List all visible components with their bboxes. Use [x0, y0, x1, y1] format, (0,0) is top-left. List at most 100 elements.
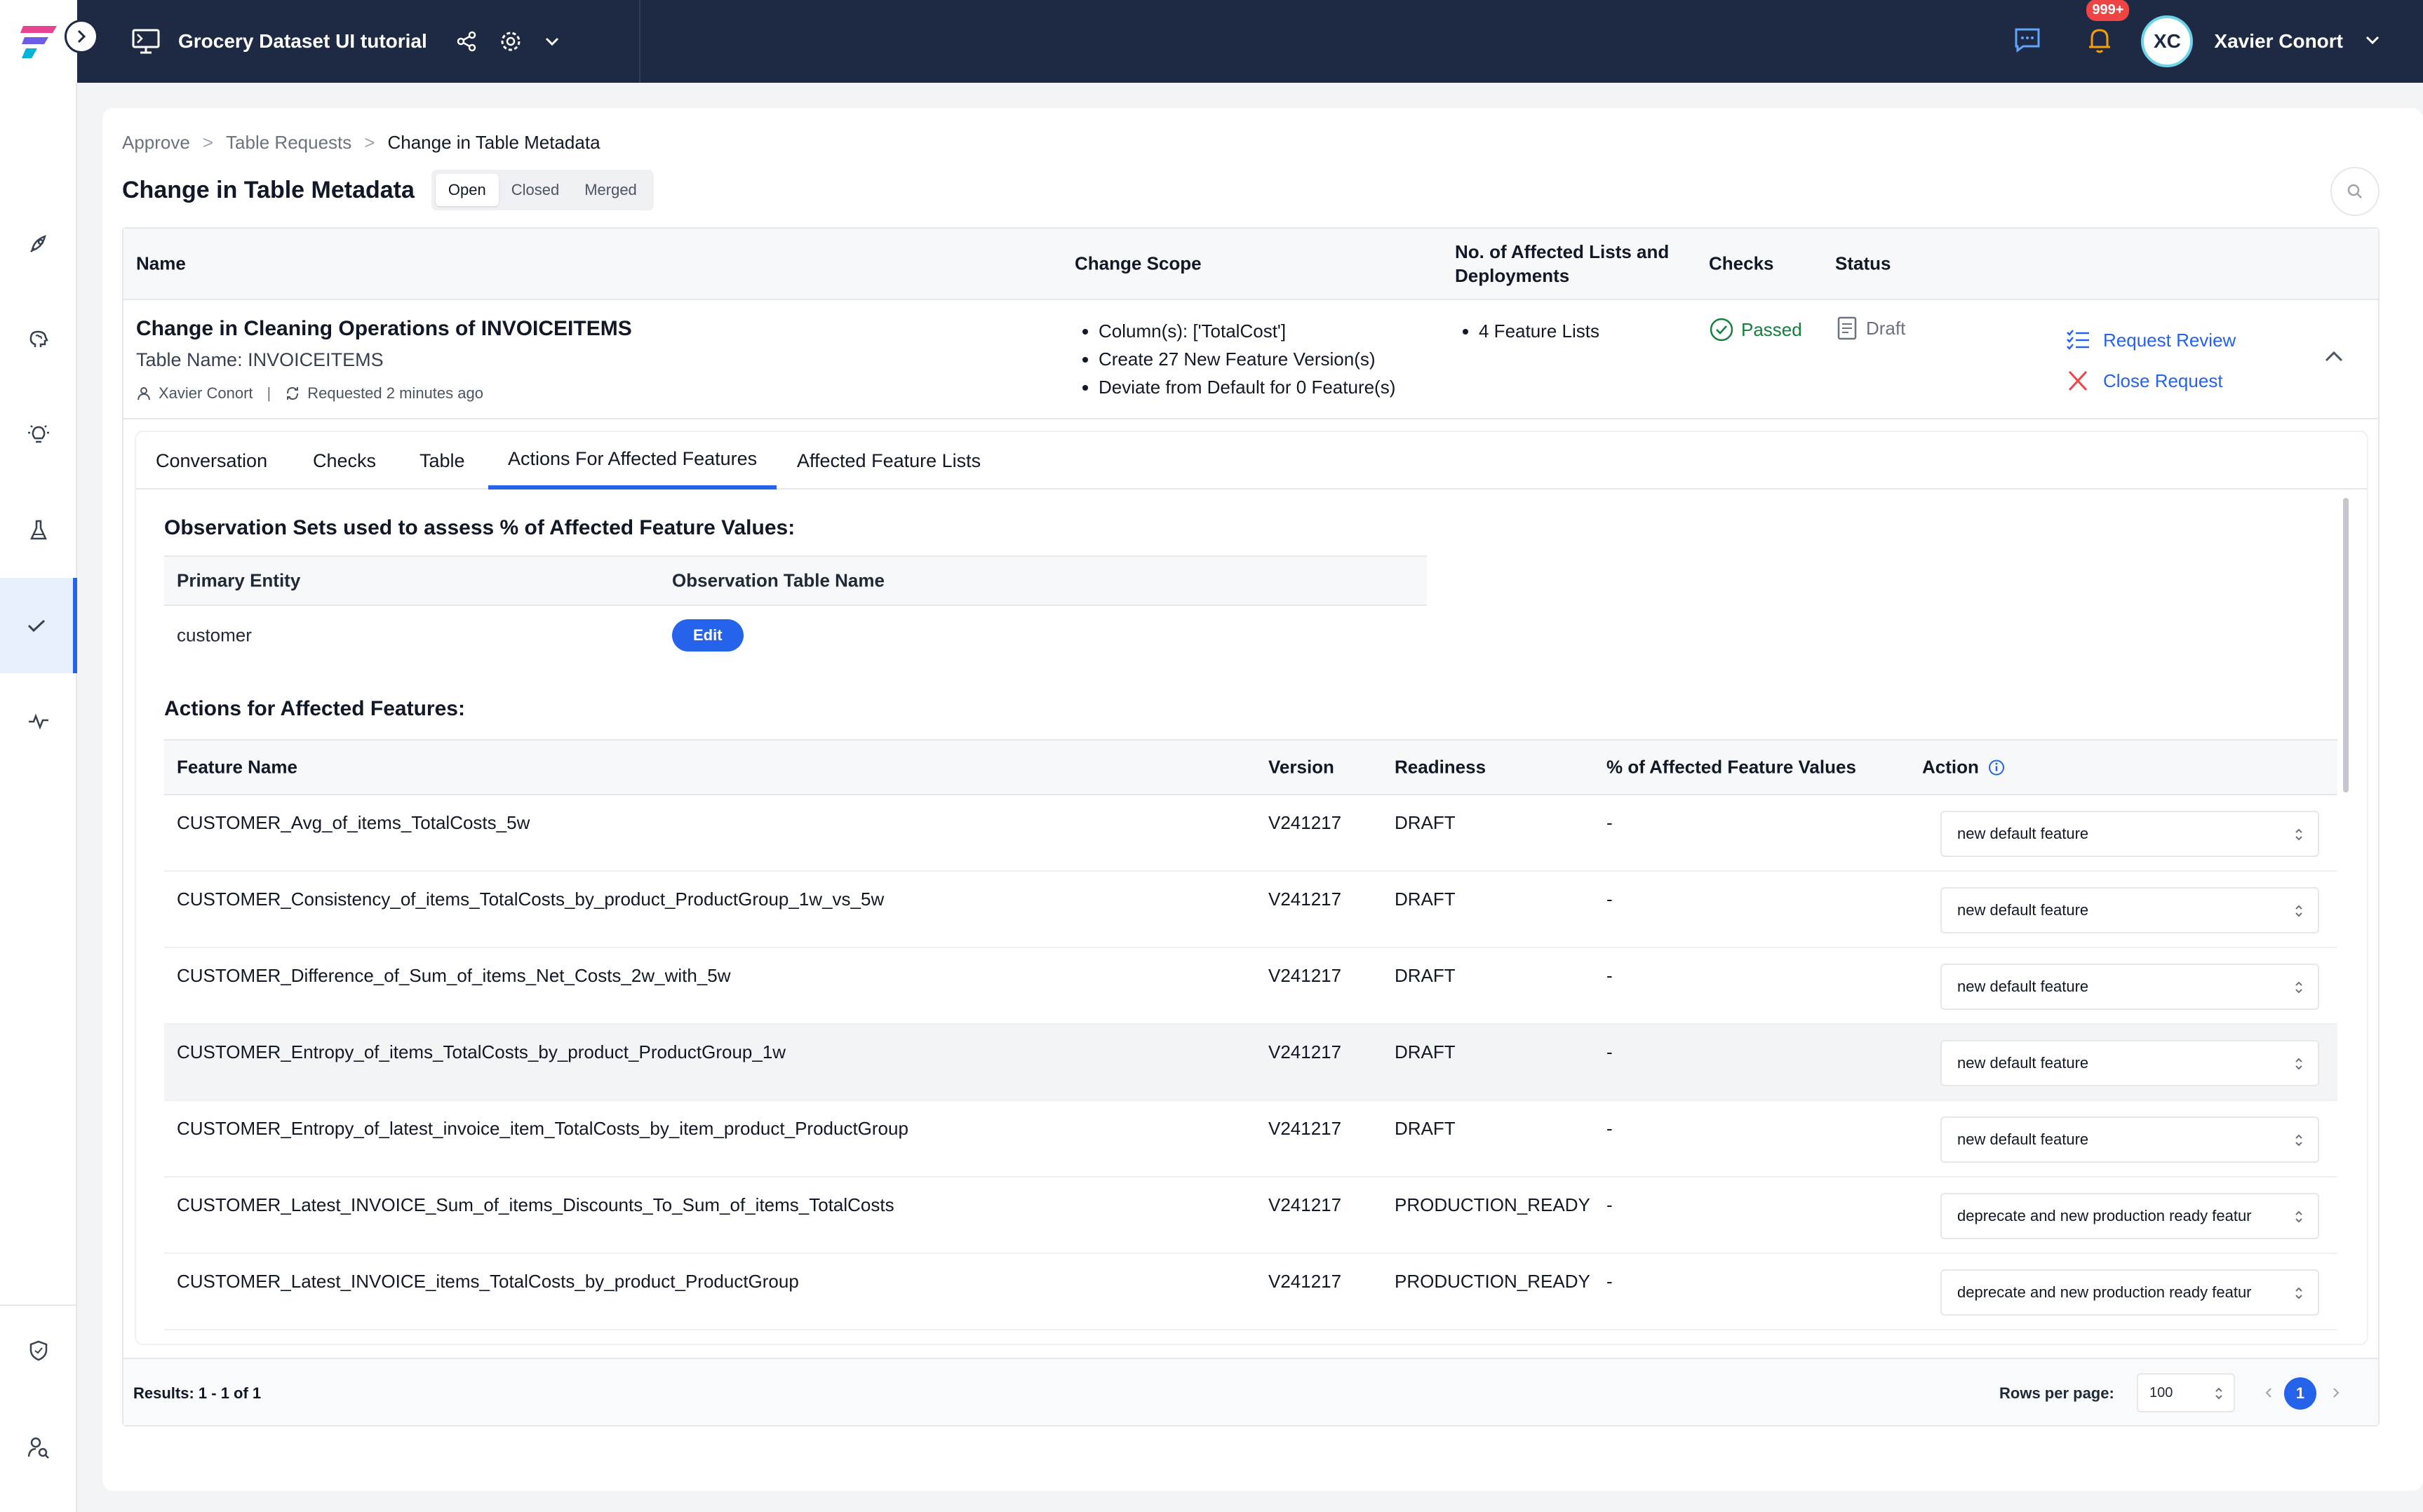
- chat-button[interactable]: [2013, 27, 2041, 57]
- scope-item: Deviate from Default for 0 Feature(s): [1099, 373, 1395, 401]
- breadcrumb-approve[interactable]: Approve: [122, 132, 190, 154]
- feature-name[interactable]: CUSTOMER_Difference_of_Sum_of_items_Net_…: [177, 965, 731, 987]
- sidebar-item-ideation[interactable]: [0, 387, 77, 482]
- search-icon: [2347, 184, 2362, 198]
- feature-affected-pct: -: [1606, 812, 1613, 833]
- sidebar-item-admin[interactable]: [0, 1303, 77, 1398]
- feature-name[interactable]: CUSTOMER_Latest_INVOICE_Sum_of_items_Dis…: [177, 1194, 894, 1216]
- filter-merged[interactable]: Merged: [572, 174, 650, 206]
- sidebar-item-knowledge[interactable]: [0, 292, 77, 387]
- chevron-right-icon: [2333, 1388, 2340, 1398]
- lightbulb-icon: [28, 425, 49, 443]
- action-select[interactable]: deprecate and new production ready featu…: [1940, 1269, 2319, 1316]
- document-icon: [1837, 316, 1857, 340]
- info-icon[interactable]: [1987, 758, 2006, 776]
- feature-name[interactable]: CUSTOMER_Latest_INVOICE_items_TotalCosts…: [177, 1271, 799, 1292]
- affected-list: 4 Feature Lists: [1455, 317, 1599, 345]
- project-menu-button[interactable]: [544, 36, 561, 47]
- filter-closed[interactable]: Closed: [499, 174, 572, 206]
- sidebar-item-deploy[interactable]: [0, 196, 77, 292]
- table-row[interactable]: CUSTOMER_Consistency_of_items_TotalCosts…: [164, 872, 2337, 948]
- notifications-button[interactable]: 999+: [2086, 0, 2130, 58]
- tab-affected-feature-lists[interactable]: Affected Feature Lists: [777, 432, 1000, 490]
- col-version: Version: [1268, 756, 1334, 778]
- sidebar-item-experiment[interactable]: [0, 482, 77, 578]
- action-select[interactable]: deprecate and new production ready featu…: [1940, 1193, 2319, 1239]
- action-select-value: new default feature: [1957, 978, 2089, 995]
- table-row[interactable]: CUSTOMER_Difference_of_Sum_of_items_Net_…: [164, 948, 2337, 1025]
- sidebar-item-monitor[interactable]: [0, 673, 77, 769]
- feature-affected-pct: -: [1606, 1271, 1613, 1292]
- col-primary-entity: Primary Entity: [177, 569, 301, 591]
- action-select[interactable]: new default feature: [1940, 1116, 2319, 1163]
- collapse-row-button[interactable]: [2323, 349, 2344, 367]
- feature-affected-pct: -: [1606, 1041, 1613, 1062]
- close-icon: [2068, 370, 2088, 391]
- tab-conversation[interactable]: Conversation: [136, 432, 287, 490]
- top-right-controls: 999+ XC Xavier Conort: [2013, 0, 2423, 83]
- request-row[interactable]: Change in Cleaning Operations of INVOICE…: [123, 300, 2378, 419]
- settings-button[interactable]: [499, 29, 523, 53]
- feature-name[interactable]: CUSTOMER_Entropy_of_items_TotalCosts_by_…: [177, 1041, 786, 1063]
- rows-per-page-label: Rows per page:: [1999, 1384, 2114, 1402]
- chevron-down-icon: [545, 37, 558, 46]
- table-row[interactable]: CUSTOMER_Latest_INVOICE_Sum_of_items_Dis…: [164, 1177, 2337, 1254]
- feature-version: V241217: [1268, 1118, 1342, 1139]
- page-number-button[interactable]: 1: [2284, 1377, 2316, 1410]
- filter-open[interactable]: Open: [435, 174, 499, 206]
- action-select[interactable]: new default feature: [1940, 887, 2319, 933]
- user-menu-button[interactable]: [2364, 34, 2381, 49]
- close-request-button[interactable]: Close Request: [2065, 360, 2236, 401]
- table-row[interactable]: CUSTOMER_Entropy_of_items_TotalCosts_by_…: [164, 1025, 2337, 1101]
- sidebar-item-user-search[interactable]: [0, 1400, 77, 1495]
- col-affected-pct: % of Affected Feature Values: [1606, 756, 1856, 778]
- table-row[interactable]: CUSTOMER_Latest_INVOICE_items_TotalCosts…: [164, 1254, 2337, 1330]
- avatar[interactable]: XC: [2141, 15, 2194, 67]
- feature-readiness: DRAFT: [1395, 889, 1456, 910]
- requester-name: Xavier Conort: [159, 384, 253, 402]
- rows-per-page-value: 100: [2149, 1384, 2173, 1400]
- breadcrumb-current: Change in Table Metadata: [387, 132, 600, 153]
- tab-checks[interactable]: Checks: [293, 432, 396, 490]
- features-table-header: Feature Name Version Readiness % of Affe…: [164, 739, 2337, 795]
- shield-icon: [29, 1340, 48, 1361]
- details-tabs: Conversation Checks Table Actions For Af…: [136, 432, 2367, 490]
- previous-page-button[interactable]: [2263, 1380, 2274, 1409]
- features-section-title: Actions for Affected Features:: [164, 697, 465, 720]
- tab-actions-for-affected-features[interactable]: Actions For Affected Features: [488, 432, 777, 490]
- bell-icon: [2089, 28, 2111, 53]
- sidebar-expand-button[interactable]: [65, 20, 98, 53]
- table-row[interactable]: CUSTOMER_Entropy_of_latest_invoice_item_…: [164, 1101, 2337, 1177]
- col-action: Action: [1922, 757, 2006, 778]
- request-name[interactable]: Change in Cleaning Operations of INVOICE…: [136, 317, 632, 341]
- feature-affected-pct: -: [1606, 965, 1613, 986]
- scrollbar-thumb[interactable]: [2343, 498, 2349, 792]
- action-select[interactable]: new default feature: [1940, 811, 2319, 857]
- user-name[interactable]: Xavier Conort: [2214, 30, 2343, 53]
- main-card: Approve > Table Requests > Change in Tab…: [102, 108, 2423, 1491]
- updown-chevron-icon: [2295, 1210, 2302, 1223]
- action-select[interactable]: new default feature: [1940, 964, 2319, 1010]
- updown-chevron-icon: [2295, 1134, 2302, 1147]
- page-title: Change in Table Metadata: [122, 176, 415, 203]
- col-action-label: Action: [1922, 756, 1979, 778]
- tab-table[interactable]: Table: [400, 432, 485, 490]
- feature-name[interactable]: CUSTOMER_Consistency_of_items_TotalCosts…: [177, 889, 884, 910]
- action-select[interactable]: new default feature: [1940, 1040, 2319, 1086]
- search-button[interactable]: [2330, 167, 2380, 216]
- rows-per-page-select[interactable]: 100: [2137, 1373, 2235, 1412]
- feature-name[interactable]: CUSTOMER_Entropy_of_latest_invoice_item_…: [177, 1118, 908, 1140]
- col-readiness: Readiness: [1395, 756, 1486, 778]
- feature-version: V241217: [1268, 1271, 1342, 1292]
- check-icon: [27, 619, 46, 633]
- logo-icon: [20, 26, 57, 58]
- next-page-button[interactable]: [2330, 1380, 2342, 1409]
- user-search-icon: [27, 1437, 49, 1459]
- feature-name[interactable]: CUSTOMER_Avg_of_items_TotalCosts_5w: [177, 812, 530, 834]
- sidebar-item-approve[interactable]: [0, 578, 77, 673]
- edit-button[interactable]: Edit: [672, 619, 744, 652]
- request-review-button[interactable]: Request Review: [2065, 320, 2236, 360]
- share-button[interactable]: [455, 30, 478, 53]
- breadcrumb-table-requests[interactable]: Table Requests: [226, 132, 351, 154]
- table-row[interactable]: CUSTOMER_Avg_of_items_TotalCosts_5w V2412…: [164, 795, 2337, 872]
